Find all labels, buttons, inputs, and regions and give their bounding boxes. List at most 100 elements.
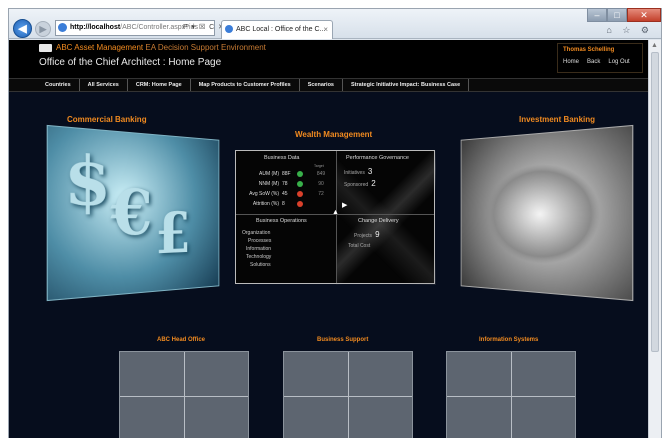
- home-favorites-tools-icons[interactable]: ⌂ ☆ ⚙: [606, 25, 653, 36]
- commercial-banking-panel[interactable]: $ € £: [46, 124, 220, 302]
- change-label: Projects: [354, 233, 373, 239]
- metric-value: 45: [282, 191, 288, 197]
- arrow-up-icon: ▲: [332, 209, 339, 216]
- business-data-title[interactable]: Business Data: [264, 155, 299, 161]
- window-controls: – □ ✕: [587, 8, 661, 22]
- metric-target: 90: [318, 181, 324, 187]
- tab-close-icon[interactable]: ×: [323, 21, 328, 38]
- status-indicator: [297, 201, 303, 207]
- head-office-title[interactable]: ABC Head Office: [157, 337, 205, 343]
- arrow-right-icon: ▶: [342, 202, 348, 209]
- metric-label: AUM (M): [259, 171, 279, 177]
- metric-value: 78: [282, 181, 288, 187]
- pound-icon: £: [155, 200, 191, 268]
- performance-label: Initiatives: [344, 170, 365, 176]
- change-row: Total Cost: [348, 243, 370, 249]
- company-name: ABC Asset Management: [56, 43, 144, 52]
- operations-item: Technology: [246, 254, 272, 260]
- performance-governance-title[interactable]: Performance Governance: [346, 155, 409, 161]
- wealth-management-title[interactable]: Wealth Management: [295, 130, 372, 139]
- menu-strategic-initiative[interactable]: Strategic Initiative Impact: Business Ca…: [343, 79, 470, 91]
- browser-window: ◀ ▶ http://localhost/ABC/Controller.aspx…: [8, 8, 662, 438]
- menu-countries[interactable]: Countries: [37, 79, 80, 91]
- metric-target: 849: [316, 171, 326, 177]
- change-row: Projects 9: [354, 230, 380, 239]
- stacked-hands-image: [486, 160, 601, 268]
- tab-abc-local[interactable]: ABC Local : Office of the C... ×: [221, 20, 333, 39]
- business-operations-title[interactable]: Business Operations: [256, 218, 307, 224]
- menu-scenarios[interactable]: Scenarios: [300, 79, 343, 91]
- address-host: http://localhost: [70, 24, 121, 31]
- metric-value: 8: [282, 201, 285, 207]
- app-header: ABC Asset Management EA Decision Support…: [9, 40, 649, 78]
- app-subtitle: EA Decision Support Environment: [145, 43, 266, 52]
- main-menu: Countries All Services CRM: Home Page Ma…: [9, 78, 649, 92]
- operations-item: Solutions: [250, 262, 271, 268]
- logout-link[interactable]: Log Out: [608, 59, 629, 65]
- metric-label: Avg SoW (%): [249, 191, 279, 197]
- page-title: Office of the Chief Architect : Home Pag…: [39, 57, 222, 68]
- operations-item: Information: [246, 246, 272, 252]
- dollar-icon: $: [63, 140, 112, 222]
- metric-label: NNM (M): [258, 181, 279, 187]
- operations-item: Processes: [248, 238, 272, 244]
- performance-value: 2: [371, 179, 376, 188]
- user-name: Thomas Schelling: [563, 47, 615, 53]
- target-header: Target: [314, 164, 324, 168]
- back-link[interactable]: Back: [587, 59, 600, 65]
- maximize-button[interactable]: □: [607, 8, 627, 22]
- commercial-banking-title[interactable]: Commercial Banking: [67, 115, 147, 124]
- wealth-management-dashboard: Business Data Target AUM (M) 88F 849 NNM…: [235, 150, 436, 285]
- grid-line: [120, 395, 248, 397]
- forward-button[interactable]: ▶: [35, 21, 51, 37]
- change-value: 9: [375, 230, 380, 239]
- head-office-panel[interactable]: [119, 351, 249, 438]
- business-data-row: Avg SoW (%) 45 72: [244, 191, 329, 197]
- tab-title: ABC Local : Office of the C...: [236, 26, 326, 33]
- performance-row: Sponsored 2: [344, 179, 376, 188]
- business-data-row: Attrition (%) 8: [244, 201, 329, 207]
- ie-icon: [58, 23, 67, 32]
- operations-item: Organization: [242, 230, 271, 236]
- address-tools[interactable]: P ▾ ☒ C ✕: [183, 20, 225, 36]
- business-data-row: NNM (M) 78 90: [244, 181, 329, 187]
- information-systems-title[interactable]: Information Systems: [479, 337, 538, 343]
- metric-label: Attrition (%): [252, 201, 279, 207]
- page-content: ABC Asset Management EA Decision Support…: [9, 40, 649, 438]
- browser-toolbar: ◀ ▶ http://localhost/ABC/Controller.aspx…: [9, 8, 661, 39]
- home-link[interactable]: Home: [563, 59, 579, 65]
- grid-line: [447, 395, 575, 397]
- back-button[interactable]: ◀: [13, 19, 32, 38]
- close-button[interactable]: ✕: [627, 8, 661, 22]
- metric-value: 88F: [282, 171, 291, 177]
- menu-all-services[interactable]: All Services: [80, 79, 128, 91]
- metric-target: 72: [318, 191, 324, 197]
- investment-banking-panel[interactable]: [460, 124, 634, 302]
- business-support-title[interactable]: Business Support: [317, 337, 368, 343]
- vertical-scrollbar[interactable]: ▲: [648, 40, 661, 438]
- status-indicator: [297, 191, 303, 197]
- euro-icon: €: [110, 174, 153, 251]
- information-systems-panel[interactable]: [446, 351, 576, 438]
- menu-crm-home[interactable]: CRM: Home Page: [128, 79, 191, 91]
- grid-line: [284, 395, 412, 397]
- change-label: Total Cost: [348, 243, 371, 249]
- user-panel: Thomas Schelling Home Back Log Out: [557, 43, 643, 73]
- performance-value: 3: [367, 167, 373, 176]
- status-indicator: [297, 171, 303, 177]
- business-data-row: AUM (M) 88F 849: [244, 171, 329, 177]
- divider-vertical: [336, 151, 337, 283]
- business-support-panel[interactable]: [283, 351, 413, 438]
- status-indicator: [297, 181, 303, 187]
- investment-banking-title[interactable]: Investment Banking: [519, 115, 595, 124]
- performance-row: Initiatives 3: [344, 167, 372, 176]
- ie-tab-icon: [225, 25, 233, 33]
- menu-map-products[interactable]: Map Products to Customer Profiles: [191, 79, 300, 91]
- scroll-up-icon[interactable]: ▲: [651, 42, 658, 49]
- minimize-button[interactable]: –: [587, 8, 607, 22]
- performance-label: Sponsored: [344, 182, 369, 188]
- change-delivery-title[interactable]: Change Delivery: [358, 218, 399, 224]
- user-links: Home Back Log Out: [563, 59, 637, 65]
- scroll-thumb[interactable]: [651, 52, 659, 352]
- company-logo: [39, 44, 52, 52]
